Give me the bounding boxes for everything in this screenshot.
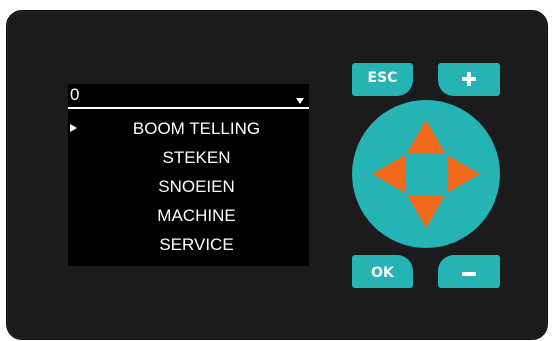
esc-label: ESC — [367, 70, 398, 86]
arrow-down-icon[interactable] — [407, 195, 445, 228]
selection-pointer-icon — [70, 124, 77, 132]
arrow-up-icon[interactable] — [407, 120, 445, 153]
menu-item-steken[interactable]: STEKEN — [68, 143, 309, 172]
minus-button[interactable] — [438, 255, 500, 288]
direction-pad — [352, 100, 500, 248]
arrow-left-icon[interactable] — [372, 155, 405, 193]
ok-button[interactable]: OK — [352, 255, 413, 288]
plus-icon-stem — [467, 72, 471, 86]
menu-item-snoeien[interactable]: SNOEIEN — [68, 172, 309, 201]
plus-button[interactable] — [438, 63, 500, 96]
menu-item-label: BOOM TELLING — [132, 119, 261, 138]
main-menu: BOOM TELLING STEKEN SNOEIEN MACHINE SERV… — [68, 114, 309, 259]
menu-item-label: SERVICE — [159, 235, 234, 254]
ok-label: OK — [371, 265, 394, 281]
lcd-display: 0 BOOM TELLING STEKEN SNOEIEN MACHINE SE… — [68, 84, 309, 266]
menu-item-label: SNOEIEN — [158, 177, 235, 196]
menu-item-machine[interactable]: MACHINE — [68, 201, 309, 230]
display-header: 0 — [68, 84, 309, 108]
menu-item-label: STEKEN — [162, 148, 231, 167]
arrow-right-icon[interactable] — [447, 155, 480, 193]
esc-button[interactable]: ESC — [352, 63, 413, 96]
scroll-down-indicator-icon — [296, 98, 304, 104]
menu-item-label: MACHINE — [157, 206, 236, 225]
counter-value: 0 — [70, 85, 80, 104]
menu-item-boom-telling[interactable]: BOOM TELLING — [68, 114, 309, 143]
minus-icon — [462, 272, 476, 276]
menu-item-service[interactable]: SERVICE — [68, 230, 309, 259]
header-divider — [68, 107, 309, 109]
direction-pad-arrows — [372, 120, 480, 228]
